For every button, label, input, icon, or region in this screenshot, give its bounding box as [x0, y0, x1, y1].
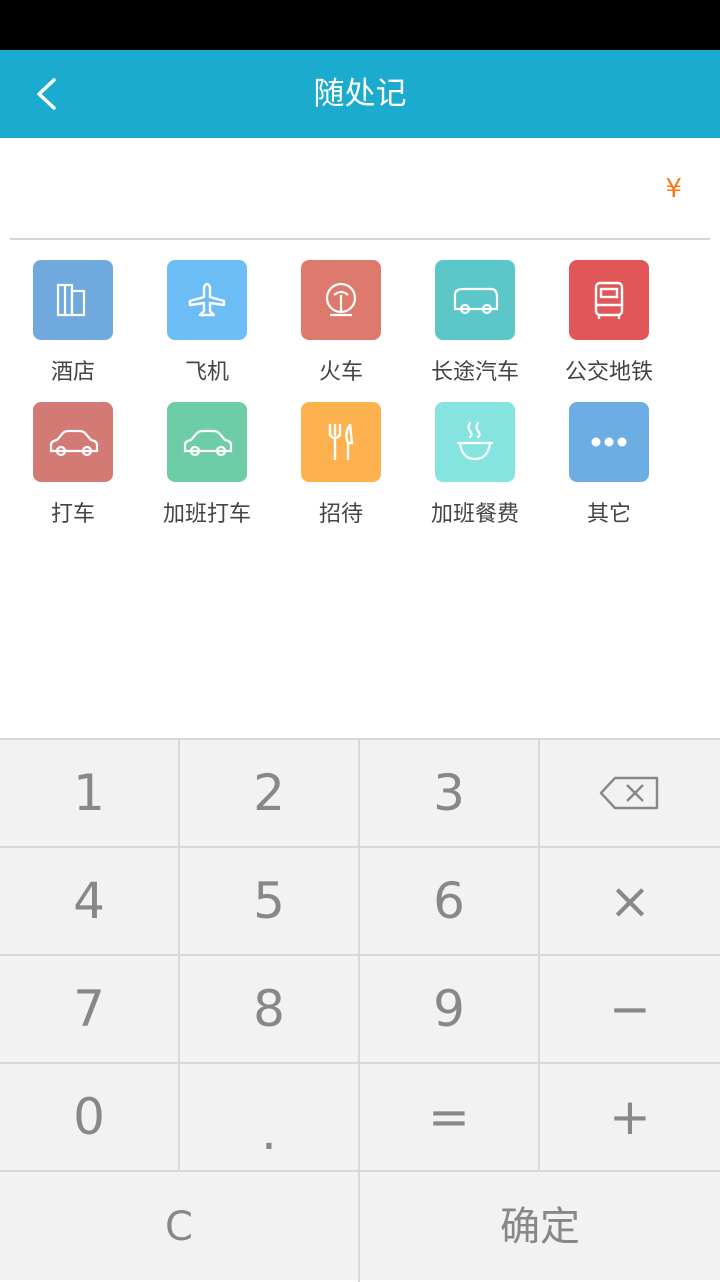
amount-display: ¥	[0, 138, 720, 239]
decimal-button[interactable]: .	[180, 1064, 360, 1172]
numeric-keypad: 1 2 3 4 5 6 × 7 8 9 − 0 . = + C 确定	[0, 738, 720, 1282]
hotel-icon	[33, 260, 113, 340]
key-6[interactable]: 6	[360, 848, 540, 956]
clear-button[interactable]: C	[0, 1172, 360, 1282]
divider	[10, 238, 710, 240]
category-label: 酒店	[50, 360, 95, 385]
category-label: 其它	[586, 502, 631, 527]
key-3[interactable]: 3	[360, 740, 540, 848]
category-dining[interactable]: 招待	[274, 402, 408, 532]
category-overtime-meal[interactable]: 加班餐费	[408, 402, 542, 532]
category-label: 打车	[50, 502, 95, 527]
key-label: 5	[253, 872, 285, 930]
category-bus-subway[interactable]: 公交地铁	[542, 260, 676, 390]
plus-button[interactable]: +	[540, 1064, 720, 1172]
app-bar: 随处记	[0, 50, 720, 138]
category-other[interactable]: 其它	[542, 402, 676, 532]
equals-button[interactable]: =	[360, 1064, 540, 1172]
category-taxi[interactable]: 打车	[6, 402, 140, 532]
key-7[interactable]: 7	[0, 956, 180, 1064]
multiply-button[interactable]: ×	[540, 848, 720, 956]
key-1[interactable]: 1	[0, 740, 180, 848]
key-label: 7	[73, 980, 105, 1038]
back-button[interactable]	[22, 70, 70, 118]
key-8[interactable]: 8	[180, 956, 360, 1064]
category-hotel[interactable]: 酒店	[6, 260, 140, 390]
key-label: 4	[73, 872, 105, 930]
category-label: 火车	[318, 360, 363, 385]
key-label: 9	[433, 980, 465, 1038]
key-label: 确定	[500, 1204, 580, 1250]
category-label: 招待	[318, 502, 363, 527]
key-label: 6	[433, 872, 465, 930]
category-label: 公交地铁	[564, 360, 653, 385]
bus-subway-icon	[569, 260, 649, 340]
more-icon	[569, 402, 649, 482]
minus-button[interactable]: −	[540, 956, 720, 1064]
key-label: 3	[433, 764, 465, 822]
key-label: +	[609, 1088, 651, 1146]
category-train[interactable]: 火车	[274, 260, 408, 390]
key-4[interactable]: 4	[0, 848, 180, 956]
overtime-meal-icon	[435, 402, 515, 482]
key-label: ×	[609, 872, 651, 930]
category-label: 长途汽车	[430, 360, 519, 385]
key-label: 0	[73, 1088, 105, 1146]
airplane-icon	[167, 260, 247, 340]
category-label: 加班打车	[162, 502, 251, 527]
backspace-button[interactable]	[540, 740, 720, 848]
currency-symbol: ¥	[665, 174, 682, 204]
key-label: =	[428, 1088, 470, 1146]
key-0[interactable]: 0	[0, 1064, 180, 1172]
status-bar	[0, 0, 720, 50]
key-2[interactable]: 2	[180, 740, 360, 848]
category-airplane[interactable]: 飞机	[140, 260, 274, 390]
coach-bus-icon	[435, 260, 515, 340]
category-overtime-taxi[interactable]: 加班打车	[140, 402, 274, 532]
taxi-icon	[33, 402, 113, 482]
category-label: 加班餐费	[430, 502, 519, 527]
key-label: 8	[253, 980, 285, 1038]
chevron-left-icon	[37, 78, 56, 110]
dining-icon	[301, 402, 381, 482]
key-label: C	[165, 1204, 193, 1250]
category-label: 飞机	[184, 360, 229, 385]
train-icon	[301, 260, 381, 340]
overtime-taxi-icon	[167, 402, 247, 482]
backspace-icon	[599, 776, 659, 810]
key-label: 2	[253, 764, 285, 822]
key-9[interactable]: 9	[360, 956, 540, 1064]
page-title: 随处记	[313, 76, 407, 112]
key-label: −	[609, 980, 651, 1038]
category-coach-bus[interactable]: 长途汽车	[408, 260, 542, 390]
confirm-button[interactable]: 确定	[360, 1172, 720, 1282]
key-label: .	[261, 1103, 277, 1161]
key-label: 1	[73, 764, 105, 822]
key-5[interactable]: 5	[180, 848, 360, 956]
